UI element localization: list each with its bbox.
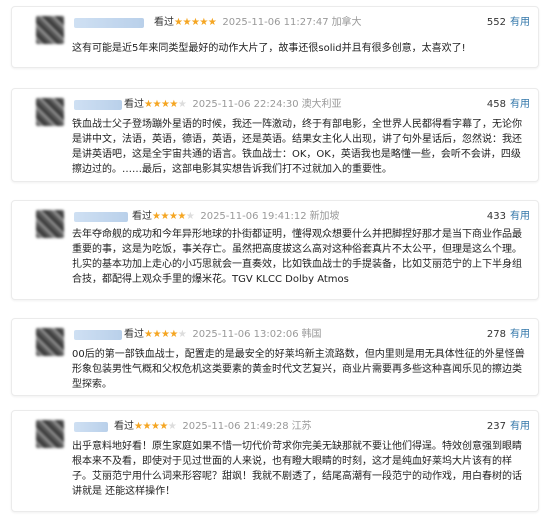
seen-label: 看过 (124, 329, 144, 340)
star-icon: ★ (177, 99, 187, 110)
avatar[interactable] (36, 98, 64, 126)
review-meta: 看过★★★★★ 2025-11-06 22:24:30 澳大利亚 (124, 98, 342, 111)
review-location: 澳大利亚 (301, 99, 342, 110)
useful-button[interactable]: 有用 (510, 99, 530, 110)
review-location: 江苏 (291, 421, 312, 432)
rating-stars: ★★★★★ (144, 329, 187, 340)
username[interactable] (74, 212, 128, 222)
votes: 237 有用 (487, 420, 530, 433)
username[interactable] (74, 330, 122, 340)
review-location: 韩国 (301, 329, 322, 340)
review-card: 看过★★★★★ 2025-11-06 13:02:06 韩国 278 有用 00后的第… (11, 318, 539, 396)
review-time: 2025-11-06 21:49:28 (182, 421, 289, 432)
review-time: 2025-11-06 22:24:30 (192, 99, 299, 110)
star-icon: ★ (159, 421, 168, 432)
avatar[interactable] (36, 328, 64, 356)
username[interactable] (74, 18, 144, 28)
review-time: 2025-11-06 13:02:06 (192, 329, 299, 340)
review-location: 加拿大 (331, 17, 362, 28)
username[interactable] (74, 422, 108, 432)
rating-stars: ★★★★★ (152, 211, 195, 222)
vote-count: 458 (486, 99, 506, 110)
seen-label: 看过 (132, 211, 152, 222)
star-icon: ★ (199, 17, 208, 28)
star-icon: ★ (167, 421, 177, 432)
vote-count: 278 (486, 329, 506, 340)
review-meta: 看过★★★★★ 2025-11-06 19:41:12 新加坡 (132, 210, 340, 223)
votes: 458 有用 (487, 98, 530, 111)
avatar[interactable] (36, 210, 64, 238)
review-meta: 看过★★★★★ 2025-11-06 13:02:06 韩国 (124, 328, 322, 341)
seen-label: 看过 (154, 17, 174, 28)
review-content: 去年夺命舰的成功和今年异形地球的扑街都证明，懂得观众想要什么并把脚捏好那才是当下… (72, 229, 522, 285)
star-icon: ★ (169, 329, 178, 340)
avatar[interactable] (36, 420, 64, 448)
review-card: 看过★★★★★ 2025-11-06 22:24:30 澳大利亚 458 有用 铁血战… (11, 88, 539, 182)
avatar[interactable] (36, 16, 64, 44)
review-card: 看过★★★★★ 2025-11-06 21:49:28 江苏 237 有用 出乎意料地… (11, 410, 539, 512)
seen-label: 看过 (114, 421, 134, 432)
star-icon: ★ (169, 99, 178, 110)
star-icon: ★ (207, 17, 217, 28)
seen-label: 看过 (124, 99, 144, 110)
review-content: 铁血战士父子登场蹦外星语的时候，我还一阵激动，终于有部电影，全世界人民都得看字幕… (72, 119, 522, 175)
vote-count: 552 (486, 17, 506, 28)
vote-count: 433 (486, 211, 506, 222)
rating-stars: ★★★★★ (174, 17, 217, 28)
username[interactable] (74, 100, 122, 110)
review-meta: 看过★★★★★ 2025-11-06 21:49:28 江苏 (114, 420, 312, 433)
star-icon: ★ (185, 211, 195, 222)
review-content: 这有可能是近5年来同类型最好的动作大片了，故事还很solid并且有很多创意，太喜… (72, 43, 466, 54)
star-icon: ★ (182, 17, 191, 28)
rating-stars: ★★★★★ (134, 421, 177, 432)
rating-stars: ★★★★★ (144, 99, 187, 110)
useful-button[interactable]: 有用 (510, 421, 530, 432)
votes: 433 有用 (487, 210, 530, 223)
star-icon: ★ (152, 329, 161, 340)
votes: 278 有用 (487, 328, 530, 341)
review-location: 新加坡 (309, 211, 340, 222)
useful-button[interactable]: 有用 (510, 17, 530, 28)
review-content: 00后的第一部铁血战士，配置走的是最安全的好莱坞新主流路数，但内里则是用无具体性… (72, 349, 525, 390)
star-icon: ★ (177, 329, 187, 340)
review-card: 看过★★★★★ 2025-11-06 19:41:12 新加坡 433 有用 去年夺命… (11, 200, 539, 300)
useful-button[interactable]: 有用 (510, 211, 530, 222)
vote-count: 237 (486, 421, 506, 432)
review-content: 出乎意料地好看！原生家庭如果不惜一切代价苛求你完美无缺那就不要让他们得逞。特效创… (72, 441, 522, 497)
review-time: 2025-11-06 11:27:47 (222, 17, 329, 28)
star-icon: ★ (142, 421, 151, 432)
star-icon: ★ (177, 211, 186, 222)
useful-button[interactable]: 有用 (510, 329, 530, 340)
star-icon: ★ (152, 99, 161, 110)
review-meta: 看过★★★★★ 2025-11-06 11:27:47 加拿大 (154, 16, 362, 29)
review-card: 看过★★★★★ 2025-11-06 11:27:47 加拿大 552 有用 这有可能… (11, 6, 539, 68)
star-icon: ★ (160, 211, 169, 222)
review-time: 2025-11-06 19:41:12 (200, 211, 307, 222)
votes: 552 有用 (487, 16, 530, 29)
